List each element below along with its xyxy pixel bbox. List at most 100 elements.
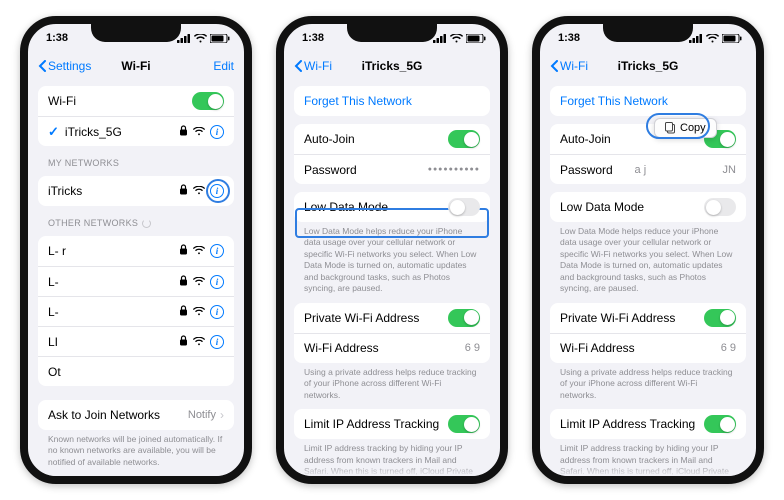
info-icon[interactable]: i <box>210 305 224 319</box>
private-footer: Using a private address helps reduce tra… <box>304 367 480 401</box>
lowdata-group: Low Data Mode <box>294 192 490 222</box>
phone-detail-masked: 1:38 Wi-Fi iTricks_5G Forget This Networ… <box>276 16 508 484</box>
wifi-icon <box>193 275 205 289</box>
content[interactable]: Wi-Fi ✓ iTricks_5G i MY NETWORKS iTricks <box>28 80 244 476</box>
lock-icon <box>179 244 188 258</box>
lock-icon <box>179 275 188 289</box>
status-time: 1:38 <box>46 32 68 44</box>
ask-join-row[interactable]: Ask to Join Networks Notify › <box>38 400 234 430</box>
limit-tracking-row[interactable]: Limit IP Address Tracking <box>294 409 490 439</box>
network-row[interactable]: LIi <box>38 326 234 356</box>
password-row[interactable]: Password a j JN <box>550 154 746 184</box>
network-row[interactable]: L- ri <box>38 236 234 266</box>
wifi-icon <box>193 244 205 258</box>
limit-group: Limit IP Address Tracking <box>550 409 746 439</box>
back-button[interactable]: Wi-Fi <box>550 59 588 73</box>
network-row[interactable]: L-i <box>38 296 234 326</box>
limit-tracking-toggle[interactable] <box>448 415 480 433</box>
info-icon[interactable]: i <box>210 244 224 258</box>
lowdata-footer: Low Data Mode helps reduce your iPhone d… <box>560 226 736 295</box>
wifi-status-icon <box>706 34 719 43</box>
limit-footer: Limit IP address tracking by hiding your… <box>560 443 736 476</box>
wifi-status-icon <box>450 34 463 43</box>
wifi-toggle[interactable] <box>192 92 224 110</box>
my-networks-header: MY NETWORKS <box>48 158 224 168</box>
back-label: Wi-Fi <box>560 59 588 73</box>
chevron-left-icon <box>294 60 302 72</box>
wifi-address-row: Wi-Fi Address 6 9 <box>550 333 746 363</box>
autojoin-group: Auto-Join Password ●●●●●●●●●● <box>294 124 490 184</box>
lowdata-footer: Low Data Mode helps reduce your iPhone d… <box>304 226 480 295</box>
private-group: Private Wi-Fi Address Wi-Fi Address 6 9 <box>550 303 746 363</box>
chevron-right-icon: › <box>220 408 224 422</box>
content[interactable]: Forget This Network Auto-Join Password a… <box>540 80 756 476</box>
copy-icon <box>665 122 676 134</box>
private-address-row[interactable]: Private Wi-Fi Address <box>294 303 490 333</box>
battery-icon <box>722 34 742 43</box>
network-row[interactable]: Ot <box>38 356 234 386</box>
status-icons <box>433 34 486 43</box>
back-button[interactable]: Wi-Fi <box>294 59 332 73</box>
limit-tracking-row[interactable]: Limit IP Address Tracking <box>550 409 746 439</box>
info-icon[interactable]: i <box>210 335 224 349</box>
ask-join-group: Ask to Join Networks Notify › <box>38 400 234 430</box>
forget-network-button[interactable]: Forget This Network <box>294 86 490 116</box>
low-data-row[interactable]: Low Data Mode <box>550 192 746 222</box>
wifi-toggle-group: Wi-Fi ✓ iTricks_5G i <box>38 86 234 146</box>
content[interactable]: Forget This Network Auto-Join Password ●… <box>284 80 500 476</box>
private-group: Private Wi-Fi Address Wi-Fi Address 6 9 <box>294 303 490 363</box>
battery-icon <box>466 34 486 43</box>
private-footer: Using a private address helps reduce tra… <box>560 367 736 401</box>
info-icon[interactable]: i <box>210 125 224 139</box>
status-icons <box>177 34 230 43</box>
limit-group: Limit IP Address Tracking <box>294 409 490 439</box>
low-data-row[interactable]: Low Data Mode <box>294 192 490 222</box>
network-row[interactable]: L-i <box>38 266 234 296</box>
copy-popover[interactable]: Copy <box>654 118 717 138</box>
auto-join-row[interactable]: Auto-Join <box>294 124 490 154</box>
connected-network-row[interactable]: ✓ iTricks_5G i <box>38 116 234 146</box>
back-label: Settings <box>48 59 91 73</box>
info-icon[interactable]: i <box>210 275 224 289</box>
wifi-icon <box>193 335 205 349</box>
private-address-toggle[interactable] <box>448 309 480 327</box>
status-icons <box>689 34 742 43</box>
low-data-toggle[interactable] <box>448 198 480 216</box>
private-address-toggle[interactable] <box>704 309 736 327</box>
back-button[interactable]: Settings <box>38 59 91 73</box>
limit-tracking-toggle[interactable] <box>704 415 736 433</box>
info-icon[interactable]: i <box>210 184 224 198</box>
private-address-row[interactable]: Private Wi-Fi Address <box>550 303 746 333</box>
chevron-left-icon <box>550 60 558 72</box>
edit-button[interactable]: Edit <box>213 59 234 73</box>
copy-label: Copy <box>680 122 706 134</box>
phone-detail-copy: 1:38 Wi-Fi iTricks_5G Forget This Networ… <box>532 16 764 484</box>
wifi-status-icon <box>194 34 207 43</box>
forget-network-button[interactable]: Forget This Network <box>550 86 746 116</box>
back-label: Wi-Fi <box>304 59 332 73</box>
limit-footer: Limit IP address tracking by hiding your… <box>304 443 480 476</box>
status-time: 1:38 <box>558 32 580 44</box>
auto-join-toggle[interactable] <box>448 130 480 148</box>
wifi-toggle-row[interactable]: Wi-Fi <box>38 86 234 116</box>
battery-icon <box>210 34 230 43</box>
notch <box>347 24 437 42</box>
other-networks-header: OTHER NETWORKS <box>48 218 224 228</box>
forget-group: Forget This Network <box>294 86 490 116</box>
wifi-icon <box>193 184 205 198</box>
lock-icon <box>179 125 188 139</box>
connected-network-name: iTricks_5G <box>65 125 122 139</box>
my-networks-group: iTricks i <box>38 176 234 206</box>
lock-icon <box>179 305 188 319</box>
notch <box>91 24 181 42</box>
wifi-address-row: Wi-Fi Address 6 9 <box>294 333 490 363</box>
network-name: iTricks <box>48 184 82 198</box>
password-row[interactable]: Password ●●●●●●●●●● <box>294 154 490 184</box>
spinner-icon <box>142 219 151 228</box>
checkmark-icon: ✓ <box>48 124 59 140</box>
wifi-icon <box>193 305 205 319</box>
wifi-label: Wi-Fi <box>48 94 76 108</box>
low-data-toggle[interactable] <box>704 198 736 216</box>
network-row[interactable]: iTricks i <box>38 176 234 206</box>
nav-bar: Settings Wi-Fi Edit <box>28 52 244 80</box>
